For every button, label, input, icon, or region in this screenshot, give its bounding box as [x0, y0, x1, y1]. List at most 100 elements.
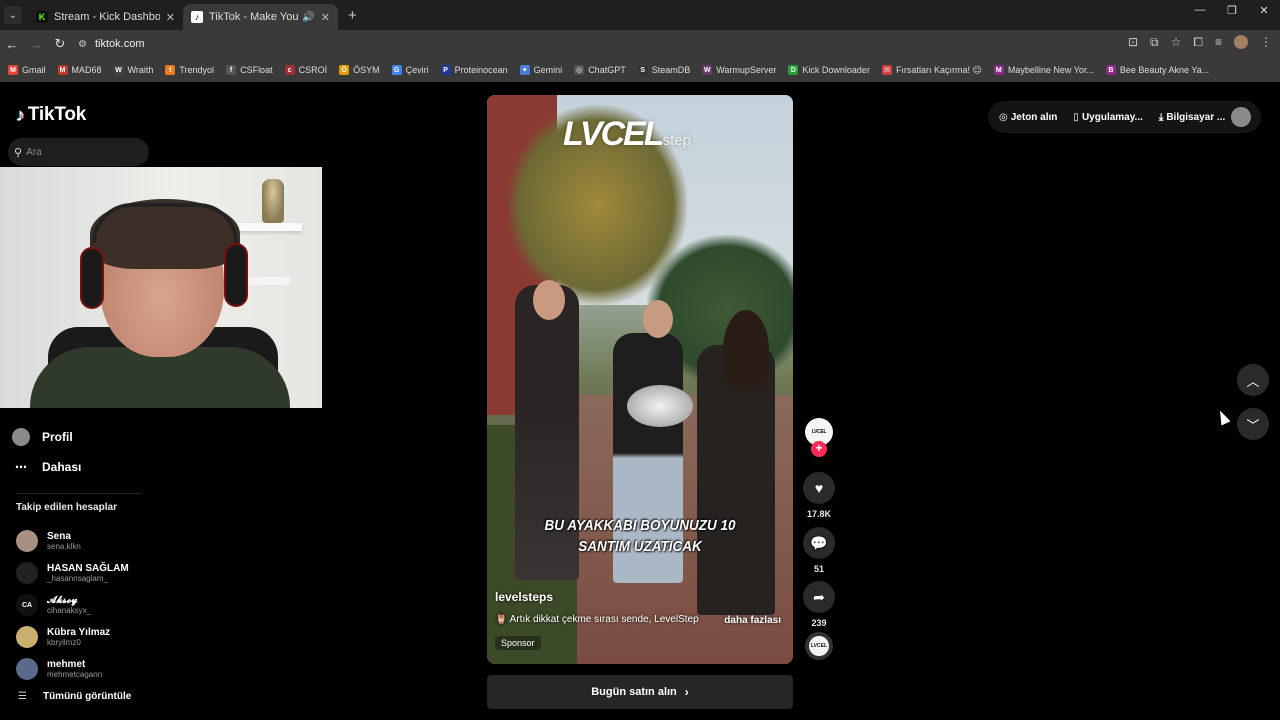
comment-button[interactable]: 💬	[803, 527, 835, 559]
bookmark-item[interactable]: M Maybelline New Yor...	[993, 65, 1094, 75]
back-arrow-icon[interactable]: ←	[0, 37, 24, 52]
mouse-cursor	[1215, 408, 1231, 426]
bookmark-item[interactable]: ◎ ChatGPT	[574, 65, 626, 75]
nav-item-profile[interactable]: Profil	[12, 422, 81, 452]
tab-search-button[interactable]: ⌄	[4, 6, 22, 24]
close-window-icon[interactable]: ✕	[1248, 4, 1280, 17]
get-coins-button[interactable]: ◎ Jeton alın	[999, 112, 1057, 123]
install-app-icon[interactable]: ⧉	[1150, 35, 1159, 50]
bookmark-item[interactable]: W WarmupServer	[702, 65, 776, 75]
close-tab-icon[interactable]: ✕	[166, 11, 175, 24]
share-button[interactable]: ➦	[803, 581, 835, 613]
forward-arrow-icon[interactable]: →	[24, 37, 48, 52]
bookmark-item[interactable]: t Trendyol	[165, 65, 214, 75]
next-video-button[interactable]: ﹀	[1237, 408, 1269, 440]
new-tab-button[interactable]: +	[348, 7, 357, 24]
following-account[interactable]: Sena sena.klkn	[16, 525, 129, 557]
tab-tiktok[interactable]: ♪ TikTok - Make Your Day 🔊 ✕	[183, 4, 338, 30]
follow-plus-icon[interactable]: +	[811, 441, 827, 457]
chevron-right-icon: ›	[684, 685, 689, 699]
bookmark-star-icon[interactable]: ☆	[1171, 35, 1182, 50]
tiktok-logo[interactable]: ♪ TikTok	[16, 104, 86, 126]
bookmark-item[interactable]: Ö ÖSYM	[339, 65, 380, 75]
bookmark-item[interactable]: ✉ Fırsatları Kaçırma! 😉	[881, 64, 982, 76]
bookmark-favicon-icon: D	[788, 65, 799, 75]
avatar	[16, 562, 38, 584]
user-avatar[interactable]	[1231, 107, 1251, 127]
bookmark-item[interactable]: S SteamDB	[637, 65, 690, 75]
bookmark-item[interactable]: P Proteinocean	[440, 65, 508, 75]
see-more-link[interactable]: daha fazlası	[724, 615, 781, 626]
video-caption-overlay: BU AYAKKABI BOYUNUZU 10 SANTIM UZATICAK	[544, 517, 736, 555]
bookmark-label: Bee Beauty Akne Ya...	[1119, 65, 1210, 75]
like-button[interactable]: ♥	[803, 472, 835, 504]
account-text: Sena sena.klkn	[47, 531, 81, 552]
bookmark-item[interactable]: G Çeviri	[391, 65, 429, 75]
close-tab-icon[interactable]: ✕	[321, 11, 330, 24]
music-disc[interactable]: LVCEL	[805, 632, 833, 660]
bookmark-favicon-icon: M	[57, 65, 68, 75]
menu-dots-icon[interactable]: ⋮	[1260, 35, 1272, 50]
bookmark-label: WarmupServer	[716, 65, 777, 75]
headphone-left	[80, 247, 104, 309]
bookmark-item[interactable]: M Gmail	[8, 65, 46, 75]
bookmark-item[interactable]: c CSROİ	[284, 65, 327, 75]
tab-kick-dashboard[interactable]: K Stream - Kick Dashboard ✕	[28, 4, 183, 30]
logo-text: TikTok	[27, 104, 87, 125]
bookmark-favicon-icon: t	[165, 65, 176, 75]
following-account[interactable]: mehmet mehmetcagann	[16, 653, 129, 685]
avatar	[16, 658, 38, 680]
speaker-icon[interactable]: 🔊	[302, 12, 314, 23]
account-handle: mehmetcagann	[47, 669, 103, 679]
video-player[interactable]: LVCELstep BU AYAKKABI BOYUNUZU 10 SANTIM…	[487, 95, 793, 664]
account-handle: kbryilmz0	[47, 637, 81, 647]
search-input[interactable]	[26, 146, 137, 158]
following-account[interactable]: CA 𝓐𝓴𝓼𝓸𝔂 cihanaksyx_	[16, 589, 129, 621]
bookmark-item[interactable]: W Wraith	[113, 65, 153, 75]
following-account[interactable]: HASAN SAĞLAM _hasannsaglam_	[16, 557, 129, 589]
buy-button-label: Bugün satın alın	[591, 686, 677, 698]
bookmark-favicon-icon: f	[226, 65, 237, 75]
bookmark-item[interactable]: B Bee Beauty Akne Ya...	[1105, 65, 1210, 75]
restore-icon[interactable]: ❐	[1216, 4, 1248, 17]
reload-icon[interactable]: ↻	[48, 36, 72, 52]
nav-item-more[interactable]: ⋯ Dahası	[12, 452, 81, 482]
bookmark-label: Fırsatları Kaçırma! 😉	[895, 64, 982, 75]
video-person-head	[643, 300, 673, 338]
profile-avatar-icon[interactable]	[1234, 35, 1248, 49]
site-info-icon[interactable]: ⚙	[78, 39, 87, 50]
bookmark-item[interactable]: f CSFloat	[226, 65, 273, 75]
video-author[interactable]: levelsteps	[495, 590, 553, 604]
address-bar-row: ← → ↻ ⚙ tiktok.com ⊡ ⧉ ☆ ⧠ ≡ ⋮	[0, 30, 1280, 58]
get-app-button[interactable]: ▯ Uygulamay...	[1073, 112, 1142, 123]
window-controls: — ❐ ✕	[1184, 4, 1280, 17]
following-list: Sena sena.klkn HASAN SAĞLAM _hasannsaglam_ C…	[16, 525, 129, 685]
previous-video-button[interactable]: ︿	[1237, 364, 1269, 396]
tiktok-favicon-icon: ♪	[191, 11, 203, 23]
like-count: 17.8K	[806, 509, 832, 519]
bookmark-item[interactable]: M MAD68	[57, 65, 102, 75]
following-account[interactable]: Kübra Yılmaz kbryilmz0	[16, 621, 129, 653]
bookmark-favicon-icon: W	[113, 65, 124, 75]
toolbar-icons: ⊡ ⧉ ☆ ⧠ ≡ ⋮	[1128, 35, 1272, 50]
bookmark-item[interactable]: D Kick Downloader	[788, 65, 870, 75]
nav-label: Dahası	[42, 460, 82, 474]
see-all-link[interactable]: ☰ Tümünü görüntüle	[18, 691, 131, 702]
bookmark-label: ChatGPT	[588, 65, 626, 75]
see-all-label: Tümünü görüntüle	[42, 691, 132, 702]
translate-icon[interactable]: ⊡	[1128, 35, 1138, 50]
share-arrow-icon: ➦	[813, 588, 825, 605]
account-text: HASAN SAĞLAM _hasannsaglam_	[47, 563, 129, 584]
account-name: 𝓐𝓴𝓼𝓸𝔂	[47, 594, 78, 606]
minimize-icon[interactable]: —	[1184, 4, 1216, 17]
bookmark-item[interactable]: ✦ Gemini	[519, 65, 562, 75]
desktop-app-button[interactable]: ⤓ Bilgisayar ...	[1159, 112, 1225, 123]
url-field[interactable]: ⚙ tiktok.com	[78, 33, 1078, 55]
buy-today-button[interactable]: Bugün satın alın ›	[487, 675, 793, 709]
video-brand-logo: LVCELstep	[563, 115, 691, 154]
search-box[interactable]: ⚲	[8, 138, 149, 166]
media-control-icon[interactable]: ≡	[1215, 35, 1222, 50]
top-right-actions: ◎ Jeton alın ▯ Uygulamay... ⤓ Bilgisayar…	[988, 101, 1261, 133]
tab-title: Stream - Kick Dashboard	[54, 11, 160, 23]
extensions-icon[interactable]: ⧠	[1193, 35, 1203, 50]
